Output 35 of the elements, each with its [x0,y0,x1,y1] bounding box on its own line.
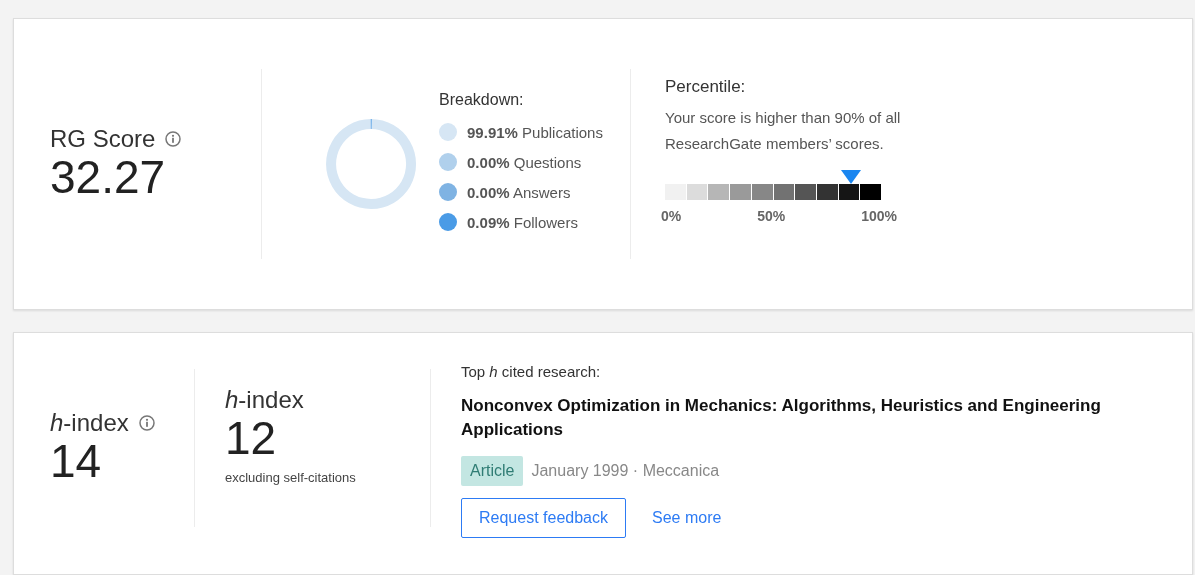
legend-label: 0.00% Answers [467,183,571,201]
article-tag: Article [461,456,524,486]
h-index-title: h-index [225,387,304,414]
scale-segment [816,184,838,200]
legend-label: 0.00% Questions [467,153,582,171]
percentile-text: Your score is higher than 90% of all ResearchGate members’ scores. [665,108,902,154]
scale-tick: 0% [661,208,682,224]
breakdown-title: Breakdown: [439,91,525,109]
paper-title[interactable]: Nonconvex Optimization in Mechanics: Algorithms, Heuristics and Engineering Applications [461,394,1162,442]
scale-segment [795,184,816,200]
scale-segment [665,184,686,200]
scale-segment [730,184,751,200]
scale-segment [860,184,882,200]
score-title: RG Score [50,125,156,152]
paper-meta: January 1999 · Meccanica [531,462,720,480]
h-index-title: h-index [50,409,129,436]
scale-tick: 100% [861,208,897,224]
see-more-link[interactable]: See more [652,509,722,527]
scale-segment [751,184,773,200]
scale-segment [773,184,795,200]
top-research-label: Top h cited research: [461,363,602,380]
request-feedback-button[interactable]: Request feedback [461,498,626,538]
scale-tick: 50% [757,208,786,224]
legend-label: 0.09% Followers [467,213,578,231]
percentile-title: Percentile: [665,77,747,97]
info-icon[interactable] [138,414,155,431]
h-index-note: excluding self-citations [225,470,357,485]
scale-segment [838,184,860,200]
h-index-value: 12 [225,413,278,464]
scale-segment [686,184,708,200]
legend-label: 99.91% Publications [467,123,603,141]
scale-segment [708,184,730,200]
h-index-value: 14 [50,435,103,487]
score-value: 32.27 [50,151,167,203]
info-icon[interactable] [165,130,182,147]
